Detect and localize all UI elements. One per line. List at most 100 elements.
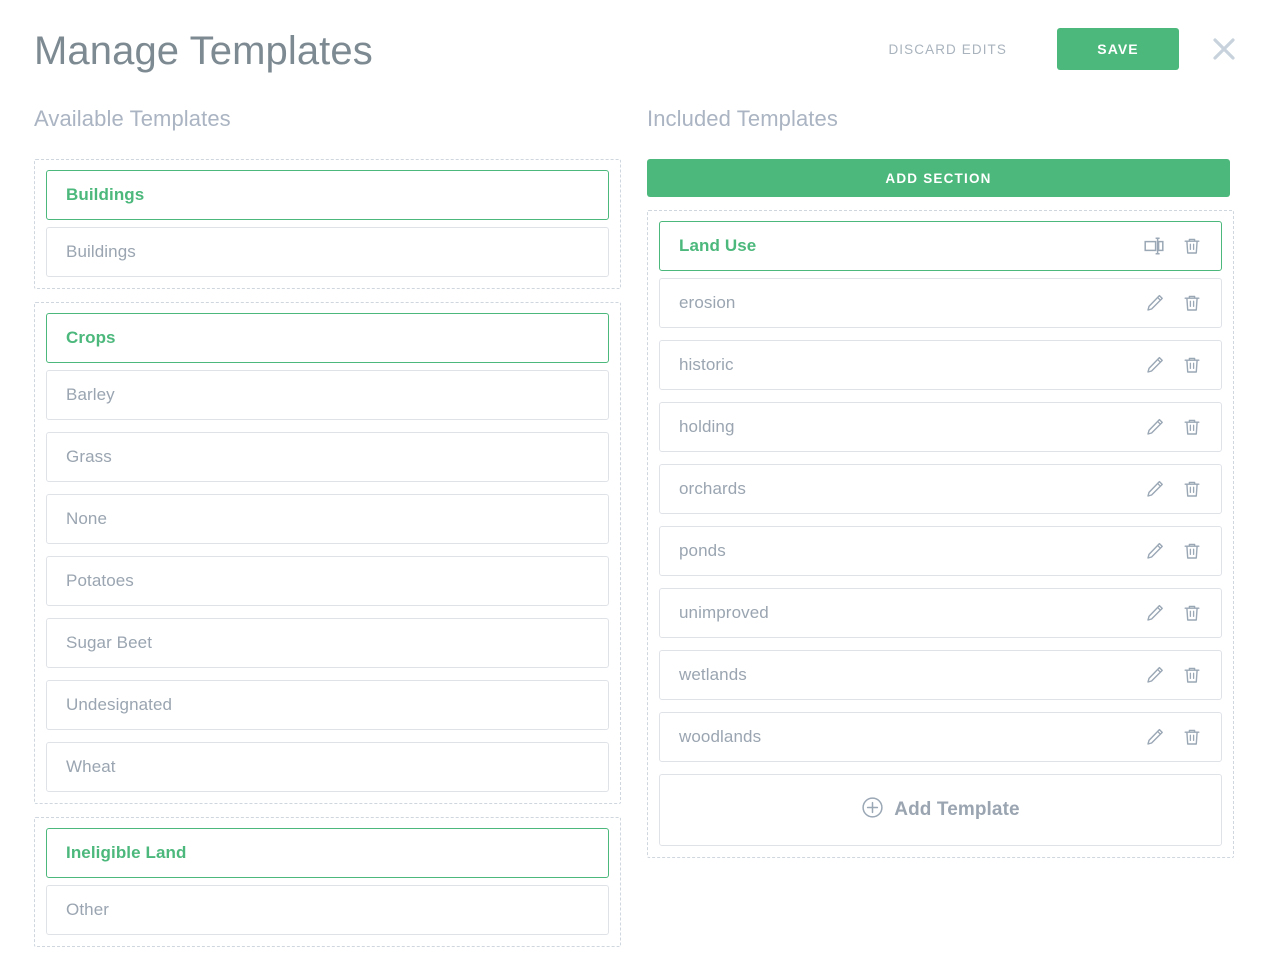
included-template-row[interactable]: woodlands bbox=[659, 712, 1222, 762]
available-template-row[interactable]: Other bbox=[46, 885, 609, 935]
available-group: Ineligible Land Other bbox=[34, 817, 621, 947]
add-template-label: Add Template bbox=[894, 799, 1020, 820]
edit-template-button[interactable] bbox=[1144, 726, 1166, 748]
included-template-actions bbox=[1144, 664, 1203, 686]
available-group-header[interactable]: Buildings bbox=[46, 170, 609, 220]
available-group-label: Buildings bbox=[66, 185, 145, 204]
available-groups-list: Buildings Buildings Crops Barley Grass None Po… bbox=[34, 159, 621, 947]
included-templates-heading: Included Templates bbox=[647, 106, 838, 131]
included-template-label: holding bbox=[679, 417, 735, 436]
save-button[interactable]: Save bbox=[1057, 28, 1179, 70]
available-templates-heading: Available Templates bbox=[34, 106, 231, 131]
available-group-header[interactable]: Crops bbox=[46, 313, 609, 363]
edit-template-button[interactable] bbox=[1144, 602, 1166, 624]
pencil-icon bbox=[1145, 479, 1165, 499]
trash-icon bbox=[1182, 727, 1202, 747]
delete-section-button[interactable] bbox=[1181, 235, 1203, 257]
add-template-button[interactable]: Add Template bbox=[659, 774, 1222, 846]
header-actions: Discard Edits Save bbox=[882, 28, 1243, 70]
included-template-actions bbox=[1144, 354, 1203, 376]
page-title: Manage Templates bbox=[34, 29, 373, 73]
available-group: Buildings Buildings bbox=[34, 159, 621, 289]
trash-icon bbox=[1182, 603, 1202, 623]
included-template-row[interactable]: erosion bbox=[659, 278, 1222, 328]
edit-template-button[interactable] bbox=[1144, 478, 1166, 500]
included-template-actions bbox=[1144, 540, 1203, 562]
available-template-label: Grass bbox=[66, 447, 112, 466]
included-template-label: wetlands bbox=[679, 665, 747, 684]
available-template-row[interactable]: Grass bbox=[46, 432, 609, 482]
available-template-label: Other bbox=[66, 900, 110, 919]
available-template-row[interactable]: Sugar Beet bbox=[46, 618, 609, 668]
delete-template-button[interactable] bbox=[1181, 726, 1203, 748]
available-template-row[interactable]: Barley bbox=[46, 370, 609, 420]
available-template-row[interactable]: None bbox=[46, 494, 609, 544]
edit-template-button[interactable] bbox=[1144, 292, 1166, 314]
page-header: Manage Templates Discard Edits Save bbox=[0, 0, 1267, 105]
trash-icon bbox=[1182, 236, 1202, 256]
trash-icon bbox=[1182, 417, 1202, 437]
available-template-row[interactable]: Buildings bbox=[46, 227, 609, 277]
delete-template-button[interactable] bbox=[1181, 602, 1203, 624]
trash-icon bbox=[1182, 355, 1202, 375]
close-button[interactable] bbox=[1205, 30, 1243, 68]
included-template-label: orchards bbox=[679, 479, 746, 498]
trash-icon bbox=[1182, 665, 1202, 685]
plus-circle-icon bbox=[861, 796, 884, 824]
included-sections-list: Land Use erosion historic holding orchards po… bbox=[647, 210, 1234, 858]
delete-template-button[interactable] bbox=[1181, 416, 1203, 438]
manage-templates-page: Manage Templates Discard Edits Save Avai… bbox=[0, 0, 1267, 960]
included-template-actions bbox=[1144, 726, 1203, 748]
rename-icon bbox=[1144, 236, 1164, 256]
included-template-row[interactable]: ponds bbox=[659, 526, 1222, 576]
delete-template-button[interactable] bbox=[1181, 664, 1203, 686]
included-section-actions bbox=[1143, 235, 1203, 257]
pencil-icon bbox=[1145, 417, 1165, 437]
included-section: Land Use erosion historic holding orchards po… bbox=[647, 210, 1234, 858]
included-template-actions bbox=[1144, 292, 1203, 314]
included-template-label: ponds bbox=[679, 541, 726, 560]
pencil-icon bbox=[1145, 603, 1165, 623]
included-template-row[interactable]: wetlands bbox=[659, 650, 1222, 700]
pencil-icon bbox=[1145, 665, 1165, 685]
discard-edits-button[interactable]: Discard Edits bbox=[882, 34, 1013, 65]
included-template-label: woodlands bbox=[679, 727, 762, 746]
included-template-row[interactable]: unimproved bbox=[659, 588, 1222, 638]
included-section-label: Land Use bbox=[679, 236, 757, 255]
trash-icon bbox=[1182, 293, 1202, 313]
included-template-row[interactable]: orchards bbox=[659, 464, 1222, 514]
rename-section-button[interactable] bbox=[1143, 235, 1165, 257]
available-group-label: Crops bbox=[66, 328, 116, 347]
available-template-label: Buildings bbox=[66, 242, 136, 261]
available-template-row[interactable]: Potatoes bbox=[46, 556, 609, 606]
available-template-label: Undesignated bbox=[66, 695, 173, 714]
edit-template-button[interactable] bbox=[1144, 540, 1166, 562]
included-template-label: erosion bbox=[679, 293, 736, 312]
available-template-row[interactable]: Undesignated bbox=[46, 680, 609, 730]
delete-template-button[interactable] bbox=[1181, 478, 1203, 500]
delete-template-button[interactable] bbox=[1181, 292, 1203, 314]
close-icon bbox=[1211, 36, 1237, 62]
included-template-row[interactable]: historic bbox=[659, 340, 1222, 390]
included-template-actions bbox=[1144, 478, 1203, 500]
trash-icon bbox=[1182, 479, 1202, 499]
delete-template-button[interactable] bbox=[1181, 540, 1203, 562]
included-section-header[interactable]: Land Use bbox=[659, 221, 1222, 271]
available-group: Crops Barley Grass None Potatoes Sugar Beet Un… bbox=[34, 302, 621, 804]
available-group-header[interactable]: Ineligible Land bbox=[46, 828, 609, 878]
included-template-actions bbox=[1144, 602, 1203, 624]
delete-template-button[interactable] bbox=[1181, 354, 1203, 376]
included-templates-column: Included Templates Add Section Land Use e… bbox=[647, 105, 1234, 871]
add-section-button[interactable]: Add Section bbox=[647, 159, 1230, 197]
trash-icon bbox=[1182, 541, 1202, 561]
edit-template-button[interactable] bbox=[1144, 354, 1166, 376]
available-templates-column: Available Templates Buildings Buildings Cr… bbox=[34, 105, 621, 960]
available-template-row[interactable]: Wheat bbox=[46, 742, 609, 792]
included-template-label: historic bbox=[679, 355, 734, 374]
edit-template-button[interactable] bbox=[1144, 664, 1166, 686]
pencil-icon bbox=[1145, 293, 1165, 313]
included-template-row[interactable]: holding bbox=[659, 402, 1222, 452]
included-template-actions bbox=[1144, 416, 1203, 438]
edit-template-button[interactable] bbox=[1144, 416, 1166, 438]
pencil-icon bbox=[1145, 541, 1165, 561]
